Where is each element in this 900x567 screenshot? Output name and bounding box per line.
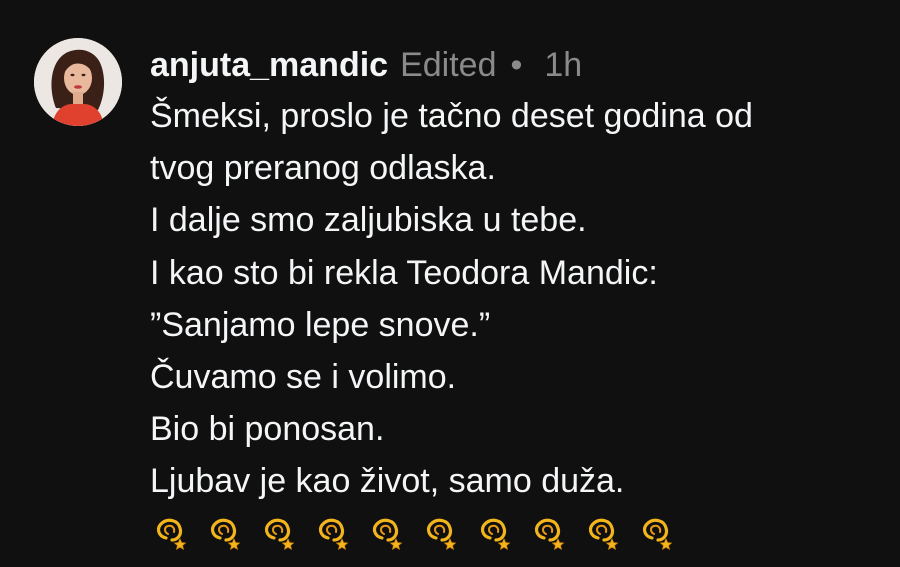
dizzy-icon — [318, 518, 349, 550]
dizzy-icon — [588, 518, 619, 550]
username-link[interactable]: anjuta_mandic — [150, 43, 388, 87]
dizzy-icon — [210, 518, 241, 550]
timestamp[interactable]: 1h — [544, 43, 582, 87]
dizzy-icon — [426, 518, 457, 550]
comment-text: Šmeksi, proslo je tačno deset godina od … — [150, 90, 880, 508]
comment-line: Ljubav je kao život, samo duža. — [150, 462, 625, 501]
comment-line: I kao sto bi rekla Teodora Mandic: — [150, 253, 658, 292]
comment-line: Čuvamo se i volimo. — [150, 358, 457, 397]
dizzy-icon — [642, 518, 673, 550]
avatar-image — [34, 38, 122, 126]
dizzy-icon — [480, 518, 511, 550]
comment-line: tvog preranog odlaska. — [150, 149, 496, 188]
comment-body: anjuta_mandic Edited • 1h Šmeksi, proslo… — [150, 43, 880, 550]
comment: anjuta_mandic Edited • 1h Šmeksi, proslo… — [0, 0, 900, 567]
emoji-row — [152, 514, 880, 550]
avatar[interactable] — [34, 38, 122, 126]
separator-dot: • — [510, 46, 523, 84]
comment-line: ”Sanjamo lepe snove.” — [150, 305, 491, 344]
dizzy-icon — [534, 518, 565, 550]
comment-line: I dalje smo zaljubiska u tebe. — [150, 201, 587, 240]
edited-label[interactable]: Edited — [400, 43, 496, 87]
comment-line: Šmeksi, proslo je tačno deset godina od — [150, 97, 753, 135]
dizzy-icon — [264, 518, 295, 550]
dizzy-icon — [372, 518, 403, 550]
comment-header: anjuta_mandic Edited • 1h — [150, 43, 880, 87]
comment-line: Bio bi ponosan. — [150, 410, 385, 449]
dizzy-icon — [156, 518, 187, 550]
